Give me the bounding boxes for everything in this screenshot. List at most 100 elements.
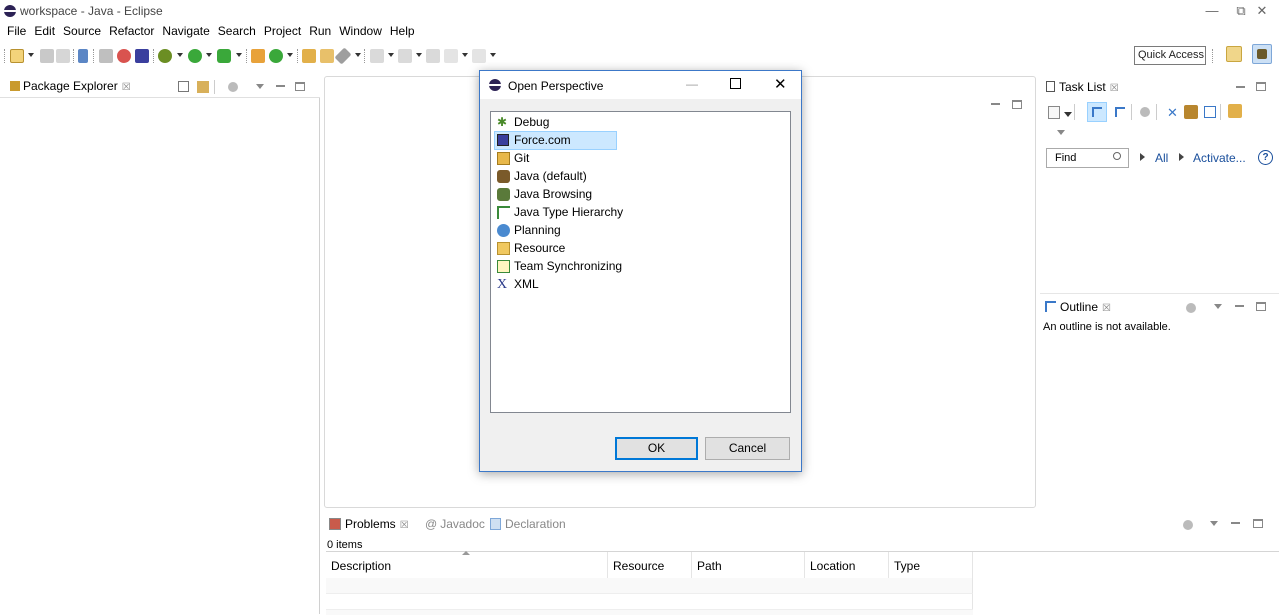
chevron-down-icon[interactable]	[462, 53, 468, 57]
close-tab-icon[interactable]: ☒	[1102, 303, 1111, 314]
close-window-button[interactable]: ✕	[1247, 2, 1277, 20]
list-item[interactable]: ✱ Debug	[495, 114, 616, 131]
run-external-tool-icon[interactable]	[217, 49, 231, 63]
menu-navigate[interactable]: Navigate	[158, 22, 213, 38]
chevron-down-icon[interactable]	[206, 53, 212, 57]
menu-refactor[interactable]: Refactor	[105, 22, 158, 38]
debug-icon[interactable]	[158, 49, 172, 63]
close-tab-icon[interactable]: ☒	[400, 520, 409, 531]
list-item[interactable]: Planning	[495, 222, 616, 239]
toggle-breadcrumb-icon[interactable]	[99, 49, 113, 63]
tab-problems[interactable]: Problems ☒	[329, 517, 409, 531]
dialog-minimize-button[interactable]: —	[686, 77, 698, 91]
menu-window[interactable]: Window	[335, 22, 386, 38]
all-tasks-link[interactable]: All	[1155, 151, 1168, 165]
menu-edit[interactable]: Edit	[30, 22, 59, 38]
column-header-description[interactable]: Description	[326, 551, 608, 578]
menu-file[interactable]: File	[3, 22, 30, 38]
minimize-icon[interactable]	[276, 85, 285, 87]
forward-icon[interactable]	[472, 49, 486, 63]
tab-outline[interactable]: Outline ☒	[1045, 300, 1111, 314]
hide-completed-icon[interactable]: ✕	[1167, 106, 1178, 119]
list-item-selected[interactable]: Force.com	[494, 131, 617, 150]
chevron-down-icon[interactable]	[28, 53, 34, 57]
focus-on-task-icon[interactable]	[228, 82, 238, 92]
list-item[interactable]: Java Browsing	[495, 186, 616, 203]
close-tab-icon[interactable]: ☒	[1110, 83, 1119, 94]
collapse-all-icon[interactable]	[1204, 106, 1216, 118]
list-item[interactable]: X XML	[495, 276, 616, 293]
list-item[interactable]: Team Synchronizing	[495, 258, 622, 275]
chevron-down-icon[interactable]	[388, 53, 394, 57]
list-item[interactable]: Git	[495, 150, 616, 167]
chevron-down-icon[interactable]	[287, 53, 293, 57]
minimize-window-button[interactable]: —	[1197, 2, 1227, 20]
categorized-button[interactable]	[1087, 102, 1107, 122]
new-java-package-icon[interactable]	[251, 49, 265, 63]
save-icon[interactable]	[40, 49, 54, 63]
menu-help[interactable]: Help	[386, 22, 419, 38]
back-icon[interactable]	[444, 49, 458, 63]
list-item[interactable]: Resource	[495, 240, 616, 257]
chevron-down-icon[interactable]	[236, 53, 242, 57]
list-item[interactable]: Java Type Hierarchy	[495, 204, 623, 221]
scheduled-icon[interactable]	[1115, 107, 1125, 117]
open-type-icon[interactable]	[302, 49, 316, 63]
chevron-down-icon[interactable]	[416, 53, 422, 57]
chevron-down-icon[interactable]	[177, 53, 183, 57]
chevron-down-icon[interactable]	[490, 53, 496, 57]
column-header-location[interactable]: Location	[805, 552, 889, 578]
maximize-icon[interactable]	[1012, 100, 1022, 109]
tab-declaration[interactable]: Declaration	[490, 517, 566, 531]
menu-run[interactable]: Run	[305, 22, 335, 38]
tab-package-explorer[interactable]: Package Explorer ☒	[10, 79, 131, 93]
java-perspective-button[interactable]	[1252, 44, 1272, 64]
maximize-icon[interactable]	[1256, 82, 1266, 91]
new-task-icon[interactable]	[1048, 106, 1060, 119]
close-tab-icon[interactable]: ☒	[122, 82, 131, 93]
view-menu-icon[interactable]	[1057, 130, 1065, 135]
minimize-icon[interactable]	[991, 103, 1000, 105]
view-menu-icon[interactable]	[1210, 521, 1218, 526]
task-repositories-icon[interactable]	[1228, 104, 1242, 118]
force-com-toolbar-icon[interactable]	[135, 49, 149, 63]
run-icon[interactable]	[188, 49, 202, 63]
maximize-icon[interactable]	[295, 82, 305, 91]
column-header-type[interactable]: Type	[889, 552, 973, 578]
search-pencil-icon[interactable]	[334, 47, 352, 65]
save-all-icon[interactable]	[56, 49, 70, 63]
focus-icon[interactable]	[1183, 520, 1193, 530]
salesforce-icon[interactable]	[117, 49, 131, 63]
perspective-list[interactable]: ✱ Debug Force.com Git Java (default) Jav…	[490, 111, 791, 413]
find-input[interactable]: Find	[1046, 148, 1129, 168]
collapse-all-icon[interactable]	[178, 81, 189, 92]
open-task-icon[interactable]	[320, 49, 334, 63]
view-menu-icon[interactable]	[1214, 304, 1222, 309]
minimize-icon[interactable]	[1235, 305, 1244, 307]
view-menu-icon[interactable]	[256, 84, 264, 89]
focus-on-workweek-icon[interactable]	[1140, 107, 1150, 117]
list-item[interactable]: Java (default)	[495, 168, 616, 185]
chevron-down-icon[interactable]	[355, 53, 361, 57]
minimize-icon[interactable]	[1231, 522, 1240, 524]
help-icon[interactable]: ?	[1258, 150, 1273, 165]
ok-button[interactable]: OK	[615, 437, 698, 460]
maximize-icon[interactable]	[1256, 302, 1266, 311]
tab-task-list[interactable]: Task List ☒	[1046, 80, 1119, 94]
tab-javadoc[interactable]: @ Javadoc	[425, 517, 485, 531]
previous-annotation-icon[interactable]	[398, 49, 412, 63]
new-java-class-icon[interactable]	[269, 49, 283, 63]
focus-icon[interactable]	[1186, 303, 1196, 313]
minimize-icon[interactable]	[1236, 86, 1245, 88]
activate-task-link[interactable]: Activate...	[1193, 151, 1246, 165]
link-with-editor-icon[interactable]	[197, 81, 209, 93]
dialog-close-button[interactable]: ✕	[774, 75, 787, 93]
menu-project[interactable]: Project	[260, 22, 305, 38]
open-perspective-icon[interactable]	[1226, 46, 1242, 62]
dialog-maximize-button[interactable]	[730, 78, 741, 89]
synchronize-icon[interactable]	[1184, 105, 1198, 119]
skip-breakpoints-icon[interactable]	[78, 49, 88, 63]
menu-search[interactable]: Search	[214, 22, 260, 38]
column-header-path[interactable]: Path	[692, 552, 805, 578]
maximize-icon[interactable]	[1253, 519, 1263, 528]
